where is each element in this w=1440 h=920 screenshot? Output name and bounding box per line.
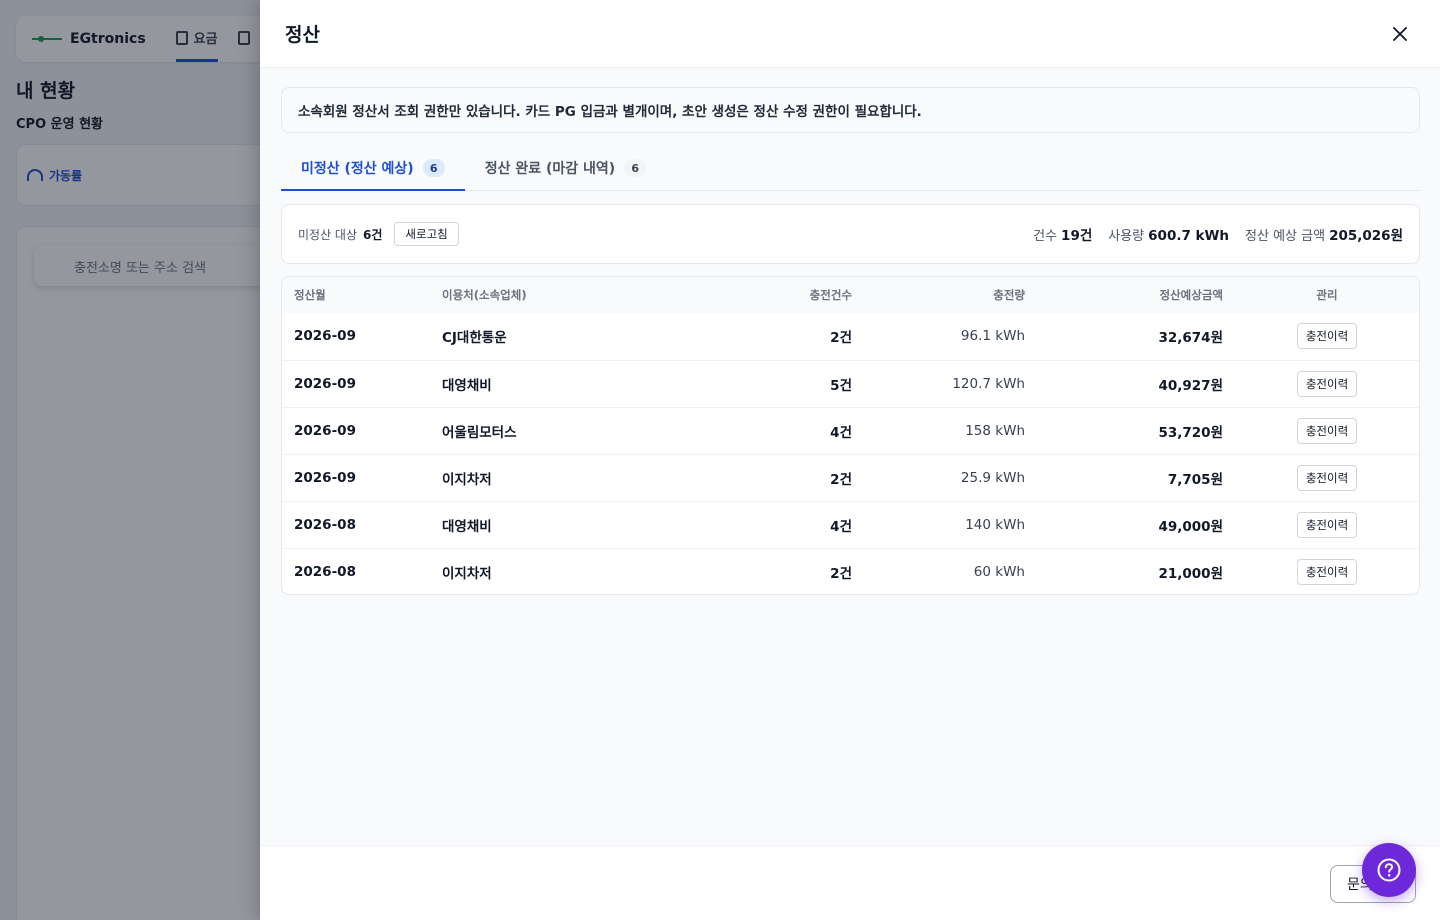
refresh-button[interactable]: 새로고침 [394,222,459,246]
cell-expected-money: 53,720원 [1158,424,1223,441]
charge-history-button[interactable]: 충전이력 [1296,558,1358,585]
tab-count-badge: 6 [422,159,445,177]
cell-manage: 충전이력 [1235,454,1419,501]
cell-expected-money: 32,674원 [1158,330,1223,347]
column-header-expected-money: 정산예상금액 [1159,288,1223,302]
cell-amount: 25.9 kWh [960,469,1025,486]
column-header-user: 이용처(소속업체) [442,288,527,302]
cell-amount: 120.7 kWh [952,375,1025,392]
cell-amount: 158 kWh [965,422,1025,439]
tab-settled[interactable]: 정산 완료 (마감 내역) 6 [465,147,666,191]
total-amount: 정산 예상 금액 205,026원 [1245,224,1403,244]
cell-user: 어울림모터스 [442,424,517,441]
cell-amount: 140 kWh [965,516,1025,533]
cell-expected-money: 7,705원 [1167,471,1223,488]
tab-label: 미정산 (정산 예상) [301,161,414,177]
cell-month: 2026-08 [294,563,356,580]
cell-user: CJ대한통운 [442,330,507,347]
cell-month: 2026-09 [294,469,356,486]
cell-expected-money: 40,927원 [1158,377,1223,394]
cell-month: 2026-09 [294,422,356,439]
cell-count: 5건 [830,377,852,394]
tab-label: 정산 완료 (마감 내역) [484,161,616,177]
cell-user: 이지차저 [442,471,492,488]
cell-amount: 96.1 kWh [960,328,1025,345]
total-count-value: 19건 [1061,228,1093,244]
cell-user: 대영채비 [442,377,492,394]
summary-target: 미정산 대상 6건 새로고침 [298,222,459,246]
column-header-manage: 관리 [1316,288,1338,302]
settlement-table: 정산월 이용처(소속업체) 충전건수 충전량 정산예상금액 관리 2026-09… [281,276,1420,595]
total-count: 건수 19건 [1033,224,1092,244]
cell-manage: 충전이력 [1235,360,1419,407]
cell-count: 2건 [830,330,852,347]
cell-count: 2건 [830,565,852,582]
total-amount-value: 205,026원 [1329,228,1403,244]
column-header-month: 정산월 [294,288,326,302]
close-button[interactable] [1388,22,1412,46]
total-amount-label: 정산 예상 금액 [1245,229,1326,244]
cell-expected-money: 49,000원 [1158,518,1223,535]
cell-manage: 충전이력 [1235,407,1419,454]
tab-count-badge: 6 [624,159,647,177]
cell-manage: 충전이력 [1235,313,1419,360]
permission-notice: 소속회원 정산서 조회 권한만 있습니다. 카드 PG 입금과 별개이며, 초안… [281,87,1420,133]
cell-count: 4건 [830,424,852,441]
help-icon [1377,858,1401,882]
table-row: 2026-09 대영채비 5건 120.7 kWh 40,927원 충전이력 [282,360,1419,407]
tab-unsettled[interactable]: 미정산 (정산 예상) 6 [281,147,465,191]
cell-manage: 충전이력 [1235,501,1419,548]
column-header-count: 충전건수 [809,288,852,302]
drawer-body: 소속회원 정산서 조회 권한만 있습니다. 카드 PG 입금과 별개이며, 초안… [260,68,1440,845]
drawer-footer: 문의 [260,843,1440,920]
summary-bar: 미정산 대상 6건 새로고침 건수 19건 사용량 600.7 kWh 정산 예상 … [281,204,1420,264]
column-header-amount: 충전량 [993,288,1025,302]
charge-history-button[interactable]: 충전이력 [1296,417,1358,444]
cell-month: 2026-08 [294,516,356,533]
settlement-drawer: 정산 소속회원 정산서 조회 권한만 있습니다. 카드 PG 입금과 별개이며,… [260,0,1440,920]
cell-expected-money: 21,000원 [1158,565,1223,582]
charge-history-button[interactable]: 충전이력 [1296,464,1358,491]
cell-user: 대영채비 [442,518,492,535]
cell-amount: 60 kWh [973,563,1025,580]
cell-manage: 충전이력 [1235,548,1419,594]
total-usage-value: 600.7 kWh [1148,227,1230,244]
charge-history-button[interactable]: 충전이력 [1296,511,1358,538]
settlement-tabs: 미정산 (정산 예상) 6 정산 완료 (마감 내역) 6 [281,147,1420,191]
table-row: 2026-09 어울림모터스 4건 158 kWh 53,720원 충전이력 [282,407,1419,454]
table-row: 2026-08 이지차저 2건 60 kWh 21,000원 충전이력 [282,548,1419,594]
close-icon [1393,27,1407,41]
table-row: 2026-09 이지차저 2건 25.9 kWh 7,705원 충전이력 [282,454,1419,501]
charge-history-button[interactable]: 충전이력 [1296,370,1358,397]
drawer-header: 정산 [260,0,1440,68]
summary-totals: 건수 19건 사용량 600.7 kWh 정산 예상 금액 205,026원 [1033,224,1403,245]
drawer-title: 정산 [285,24,320,46]
help-button[interactable] [1362,843,1416,897]
target-count: 6건 [363,227,383,242]
cell-user: 이지차저 [442,565,492,582]
table-row: 2026-08 대영채비 4건 140 kWh 49,000원 충전이력 [282,501,1419,548]
target-label: 미정산 대상 [298,227,358,242]
total-usage: 사용량 600.7 kWh [1108,225,1229,244]
cell-count: 2건 [830,471,852,488]
cell-month: 2026-09 [294,375,356,392]
total-count-label: 건수 [1033,229,1058,244]
cell-count: 4건 [830,518,852,535]
table-header-row: 정산월 이용처(소속업체) 충전건수 충전량 정산예상금액 관리 [282,277,1419,313]
cell-month: 2026-09 [294,328,356,345]
total-usage-label: 사용량 [1108,228,1145,244]
table-row: 2026-09 CJ대한통운 2건 96.1 kWh 32,674원 충전이력 [282,313,1419,360]
charge-history-button[interactable]: 충전이력 [1296,323,1358,350]
